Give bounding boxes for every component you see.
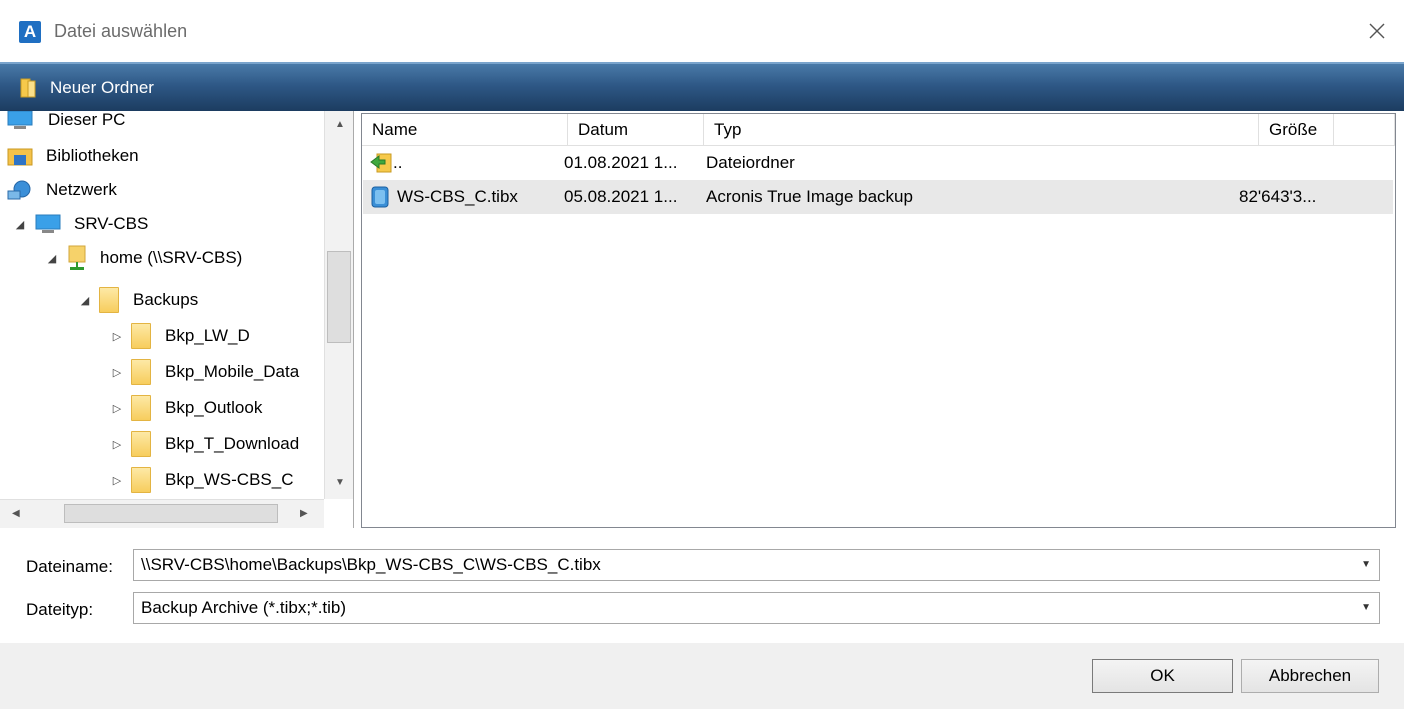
toolbar: Neuer Ordner — [0, 62, 1404, 111]
window-title: Datei auswählen — [54, 21, 188, 41]
folder-icon — [131, 467, 151, 493]
tree-item-bkp-mobile-data[interactable]: ▷ Bkp_Mobile_Data — [111, 356, 299, 388]
filename-value: \\SRV-CBS\home\Backups\Bkp_WS-CBS_C\WS-C… — [141, 555, 601, 574]
column-header-size[interactable]: Größe — [1259, 114, 1334, 146]
tree-item-label: Bkp_Mobile_Data — [165, 362, 300, 381]
file-list[interactable]: Name Datum Typ Größe .. 01.08.2021 1... … — [361, 113, 1396, 528]
file-date: 05.08.2021 1... — [564, 187, 678, 206]
column-header-empty — [1334, 114, 1395, 146]
tree-item-label: Dieser PC — [48, 111, 126, 129]
dropdown-arrow-icon[interactable]: ▼ — [1361, 593, 1371, 623]
expanded-arrow-icon[interactable]: ◢ — [14, 218, 26, 231]
folder-icon — [131, 431, 151, 457]
computer-icon — [35, 214, 61, 233]
tree-item-srv-cbs[interactable]: ◢ SRV-CBS — [14, 208, 148, 240]
expanded-arrow-icon[interactable]: ◢ — [79, 294, 91, 307]
file-type: Dateiordner — [706, 153, 795, 172]
column-header-date[interactable]: Datum — [568, 114, 704, 146]
tree-item-this-pc[interactable]: Dieser PC — [6, 111, 125, 136]
folder-icon — [99, 287, 119, 313]
column-header-name[interactable]: Name — [362, 114, 568, 146]
folder-icon — [20, 78, 36, 98]
tree-item-bkp-t-download[interactable]: ▷ Bkp_T_Download — [111, 428, 299, 460]
tree-item-libraries[interactable]: Bibliotheken — [6, 140, 139, 172]
column-header-type[interactable]: Typ — [704, 114, 1259, 146]
dropdown-arrow-icon[interactable]: ▼ — [1361, 550, 1371, 580]
scroll-left-icon[interactable]: ◀ — [12, 508, 20, 519]
backup-file-icon — [371, 186, 389, 208]
file-date: 01.08.2021 1... — [564, 153, 678, 172]
tree-item-label: Bkp_WS-CBS_C — [165, 470, 294, 489]
tree-item-bkp-lw-d[interactable]: ▷ Bkp_LW_D — [111, 320, 250, 352]
file-name: WS-CBS_C.tibx — [397, 187, 518, 206]
folder-icon — [131, 359, 151, 385]
tree-item-backups[interactable]: ◢ Backups — [79, 284, 198, 316]
file-size: 82'643'3... — [1239, 187, 1317, 206]
expanded-arrow-icon[interactable]: ◢ — [46, 252, 58, 265]
tree-item-label: SRV-CBS — [74, 214, 149, 233]
close-icon — [1369, 23, 1385, 39]
tree-item-network[interactable]: Netzwerk — [6, 174, 117, 206]
library-icon — [7, 148, 33, 166]
file-row-selected[interactable]: WS-CBS_C.tibx 05.08.2021 1... Acronis Tr… — [363, 180, 1393, 214]
acronis-app-icon: A — [19, 21, 41, 43]
network-share-icon — [68, 245, 86, 270]
collapsed-arrow-icon[interactable]: ▷ — [111, 438, 123, 451]
filename-combobox[interactable]: \\SRV-CBS\home\Backups\Bkp_WS-CBS_C\WS-C… — [133, 549, 1380, 581]
tree-item-label: Bkp_Outlook — [165, 398, 263, 417]
ok-button[interactable]: OK — [1092, 659, 1233, 693]
scroll-up-icon[interactable]: ▲ — [335, 119, 345, 130]
scrollbar-thumb[interactable] — [64, 504, 278, 523]
scroll-right-icon[interactable]: ▶ — [300, 508, 308, 519]
cancel-button[interactable]: Abbrechen — [1241, 659, 1379, 693]
computer-icon — [7, 111, 33, 129]
file-type: Acronis True Image backup — [706, 187, 913, 206]
collapsed-arrow-icon[interactable]: ▷ — [111, 330, 123, 343]
filetype-label: Dateityp: — [26, 600, 94, 619]
tree-vertical-scrollbar[interactable]: ▲ ▼ — [324, 111, 353, 499]
tree-item-label: Backups — [133, 290, 199, 309]
tree-item-bkp-ws-cbs-c[interactable]: ▷ Bkp_WS-CBS_C — [111, 464, 293, 496]
file-name: .. — [393, 153, 403, 172]
tree-item-bkp-outlook[interactable]: ▷ Bkp_Outlook — [111, 392, 262, 424]
collapsed-arrow-icon[interactable]: ▷ — [111, 402, 123, 415]
filetype-select[interactable]: Backup Archive (*.tibx;*.tib) ▼ — [133, 592, 1380, 624]
tree-item-label: Bkp_LW_D — [165, 326, 250, 345]
filetype-value: Backup Archive (*.tibx;*.tib) — [141, 598, 347, 617]
scrollbar-thumb[interactable] — [327, 251, 351, 343]
tree-item-label: Bkp_T_Download — [165, 434, 300, 453]
network-icon — [7, 180, 31, 200]
tree-item-home-share[interactable]: ◢ home (\\SRV-CBS) — [46, 242, 242, 274]
tree-item-label: Netzwerk — [46, 180, 117, 199]
filename-label: Dateiname: — [26, 557, 113, 576]
folder-icon — [131, 323, 151, 349]
tree-item-label: home (\\SRV-CBS) — [100, 248, 243, 267]
parent-folder-icon — [370, 153, 392, 173]
collapsed-arrow-icon[interactable]: ▷ — [111, 366, 123, 379]
collapsed-arrow-icon[interactable]: ▷ — [111, 474, 123, 487]
file-row-parent[interactable]: .. 01.08.2021 1... Dateiordner — [363, 146, 1393, 180]
folder-tree[interactable]: Dieser PC Bibliotheken Netzwerk ◢ SRV-CB… — [0, 111, 354, 528]
new-folder-button[interactable]: Neuer Ordner — [20, 73, 154, 103]
title-bar: A Datei auswählen — [0, 0, 1404, 62]
folder-icon — [131, 395, 151, 421]
tree-horizontal-scrollbar[interactable]: ◀ ▶ — [0, 499, 324, 528]
tree-item-label: Bibliotheken — [46, 146, 139, 165]
close-button[interactable] — [1360, 14, 1394, 48]
scroll-down-icon[interactable]: ▼ — [335, 477, 345, 488]
new-folder-label: Neuer Ordner — [50, 78, 154, 97]
